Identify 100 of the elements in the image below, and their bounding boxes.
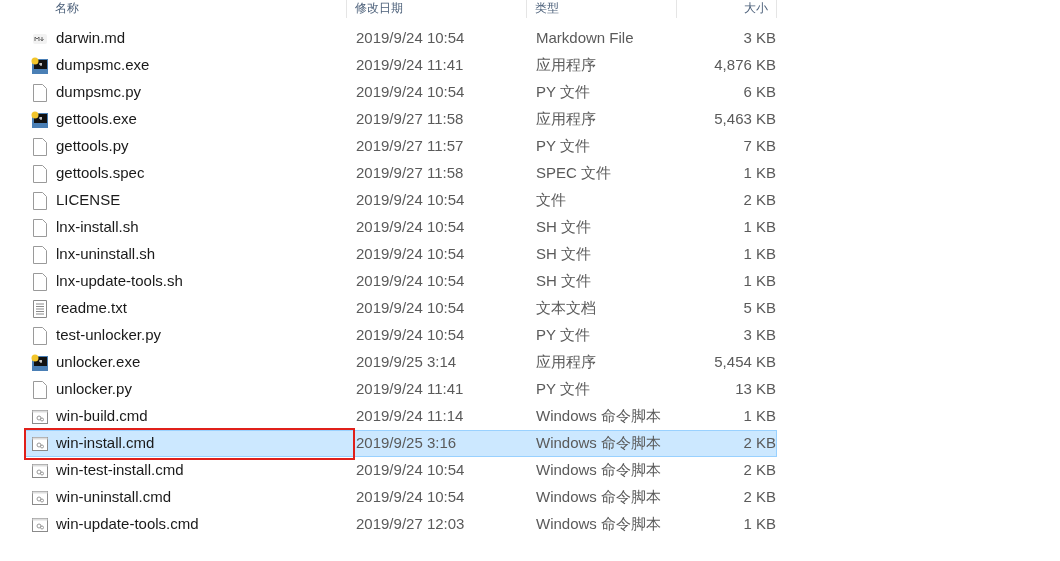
file-row[interactable]: darwin.md 2019/9/24 10:54 Markdown File 3 KB [25,25,777,52]
modified-date: 2019/9/24 10:54 [356,299,465,317]
file-size: 1 KB [743,218,776,236]
script-file-icon [32,409,48,424]
file-row[interactable]: unlocker.py 2019/9/24 11:41 PY 文件 13 KB [25,376,777,403]
blank-file-icon [33,137,47,156]
file-type: 应用程序 [536,110,596,128]
file-type: SH 文件 [536,218,591,236]
file-name: dumpsmc.exe [56,55,150,76]
file-size: 3 KB [743,326,776,344]
file-row[interactable]: readme.txt 2019/9/24 10:54 文本文档 5 KB [25,295,777,322]
file-row[interactable]: lnx-install.sh 2019/9/24 10:54 SH 文件 1 KB [25,214,777,241]
file-type: 文本文档 [536,299,596,317]
file-name: win-install.cmd [56,433,155,454]
modified-date: 2019/9/27 11:57 [356,137,464,155]
file-name: win-build.cmd [56,406,148,427]
file-row[interactable]: lnx-uninstall.sh 2019/9/24 10:54 SH 文件 1 KB [25,241,777,268]
file-row[interactable]: win-build.cmd 2019/9/24 11:14 Windows 命令脚本 1 KB [25,403,777,430]
column-header[interactable]: 类型 [535,1,559,15]
modified-date: 2019/9/25 3:16 [356,434,457,452]
application-icon [31,56,49,75]
file-type: SPEC 文件 [536,164,611,182]
modified-date: 2019/9/27 11:58 [356,164,464,182]
file-size: 5,463 KB [714,110,776,128]
file-name: win-test-install.cmd [56,460,184,481]
file-size: 2 KB [743,488,776,506]
modified-date: 2019/9/24 11:41 [356,56,464,74]
blank-file-icon [33,245,47,264]
file-name: lnx-update-tools.sh [56,271,183,292]
file-name: gettools.exe [56,109,137,130]
file-type: Markdown File [536,29,634,47]
modified-date: 2019/9/24 10:54 [356,245,465,263]
file-size: 5,454 KB [714,353,776,371]
file-size: 2 KB [743,434,776,452]
file-type: PY 文件 [536,380,590,398]
modified-date: 2019/9/24 10:54 [356,461,465,479]
file-row[interactable]: dumpsmc.py 2019/9/24 10:54 PY 文件 6 KB [25,79,777,106]
file-name: lnx-uninstall.sh [56,244,156,265]
file-size: 1 KB [743,245,776,263]
file-type: PY 文件 [536,83,590,101]
text-file-icon [33,299,47,318]
column-header[interactable]: 修改日期 [355,1,403,15]
file-row[interactable]: LICENSE 2019/9/24 10:54 文件 2 KB [25,187,777,214]
application-icon [31,110,49,129]
file-name: win-update-tools.cmd [56,514,199,535]
file-type: PY 文件 [536,326,590,344]
file-size: 2 KB [743,191,776,209]
file-size: 1 KB [743,407,776,425]
modified-date: 2019/9/24 10:54 [356,29,465,47]
column-header[interactable]: 名称 [55,1,79,15]
file-type: PY 文件 [536,137,590,155]
file-name: win-uninstall.cmd [56,487,172,508]
file-size: 6 KB [743,83,776,101]
file-size: 1 KB [743,164,776,182]
file-row[interactable]: dumpsmc.exe 2019/9/24 11:41 应用程序 4,876 KB [25,52,777,79]
file-name: gettools.py [56,136,129,157]
blank-file-icon [33,326,47,345]
modified-date: 2019/9/24 10:54 [356,488,465,506]
file-row[interactable]: unlocker.exe 2019/9/25 3:14 应用程序 5,454 KB [25,349,777,376]
file-row[interactable]: win-update-tools.cmd 2019/9/27 12:03 Windows 命令脚本 1 KB [25,511,777,538]
file-size: 1 KB [743,515,776,533]
modified-date: 2019/9/24 11:14 [356,407,464,425]
modified-date: 2019/9/24 10:54 [356,326,465,344]
file-type: Windows 命令脚本 [536,488,662,506]
blank-file-icon [33,380,47,399]
file-row[interactable]: lnx-update-tools.sh 2019/9/24 10:54 SH 文件 1 KB [25,268,777,295]
file-type: 应用程序 [536,353,596,371]
file-size: 13 KB [735,380,776,398]
file-size: 2 KB [743,461,776,479]
file-row[interactable]: win-test-install.cmd 2019/9/24 10:54 Windows 命令脚本 2 KB [25,457,777,484]
script-file-icon [32,436,48,451]
file-row[interactable]: gettools.exe 2019/9/27 11:58 应用程序 5,463 KB [25,106,777,133]
script-file-icon [32,517,48,532]
script-file-icon [32,490,48,505]
file-row[interactable]: gettools.py 2019/9/27 11:57 PY 文件 7 KB [25,133,777,160]
file-type: SH 文件 [536,245,591,263]
file-type: SH 文件 [536,272,591,290]
file-size: 3 KB [743,29,776,47]
modified-date: 2019/9/24 10:54 [356,83,465,101]
file-row[interactable]: gettools.spec 2019/9/27 11:58 SPEC 文件 1 KB [25,160,777,187]
file-type: 文件 [536,191,566,209]
file-type: Windows 命令脚本 [536,434,662,452]
file-name: test-unlocker.py [56,325,162,346]
modified-date: 2019/9/24 10:54 [356,218,465,236]
modified-date: 2019/9/25 3:14 [356,353,457,371]
file-size: 5 KB [743,299,776,317]
file-type: Windows 命令脚本 [536,515,662,533]
file-size: 4,876 KB [714,56,776,74]
file-name: LICENSE [56,190,121,211]
modified-date: 2019/9/24 11:41 [356,380,464,398]
file-type: Windows 命令脚本 [536,407,662,425]
file-size: 7 KB [743,137,776,155]
file-row[interactable]: win-install.cmd 2019/9/25 3:16 Windows 命令脚本 2 KB [25,430,777,457]
column-header[interactable]: 大小 [744,1,768,15]
file-size: 1 KB [743,272,776,290]
file-row[interactable]: win-uninstall.cmd 2019/9/24 10:54 Windows 命令脚本 2 KB [25,484,777,511]
file-name: darwin.md [56,28,126,49]
blank-file-icon [33,191,47,210]
file-row[interactable]: test-unlocker.py 2019/9/24 10:54 PY 文件 3 KB [25,322,777,349]
file-name: dumpsmc.py [56,82,142,103]
